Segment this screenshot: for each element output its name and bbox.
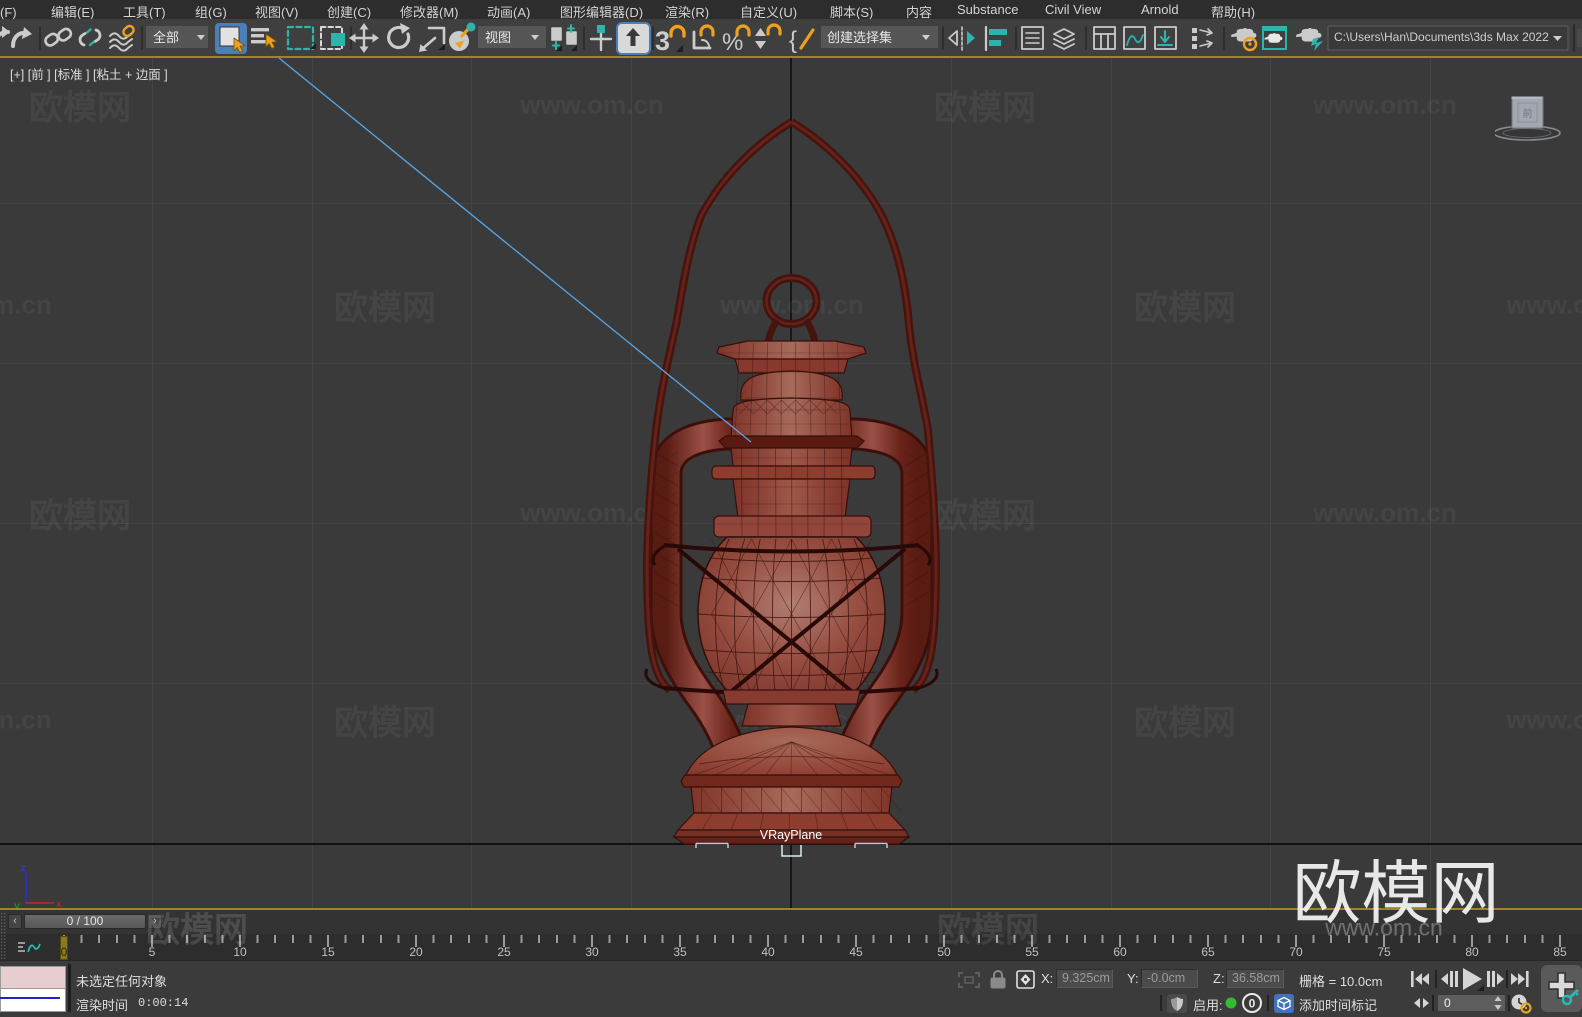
svg-text:创建选择集: 创建选择集: [827, 27, 892, 46]
svg-text:{: {: [789, 27, 797, 54]
svg-text:前: 前: [1523, 105, 1533, 120]
svg-text:%: %: [722, 29, 743, 56]
svg-text:全部: 全部: [153, 27, 179, 46]
svg-text:C:\Users\Han\Documents\3ds Max: C:\Users\Han\Documents\3ds Max 2022: [1334, 30, 1549, 44]
svg-text:z: z: [20, 864, 26, 875]
svg-text:3: 3: [655, 26, 670, 56]
svg-text:视图: 视图: [485, 27, 511, 46]
svg-text:0: 0: [1249, 997, 1256, 1011]
svg-text:x: x: [56, 900, 62, 908]
